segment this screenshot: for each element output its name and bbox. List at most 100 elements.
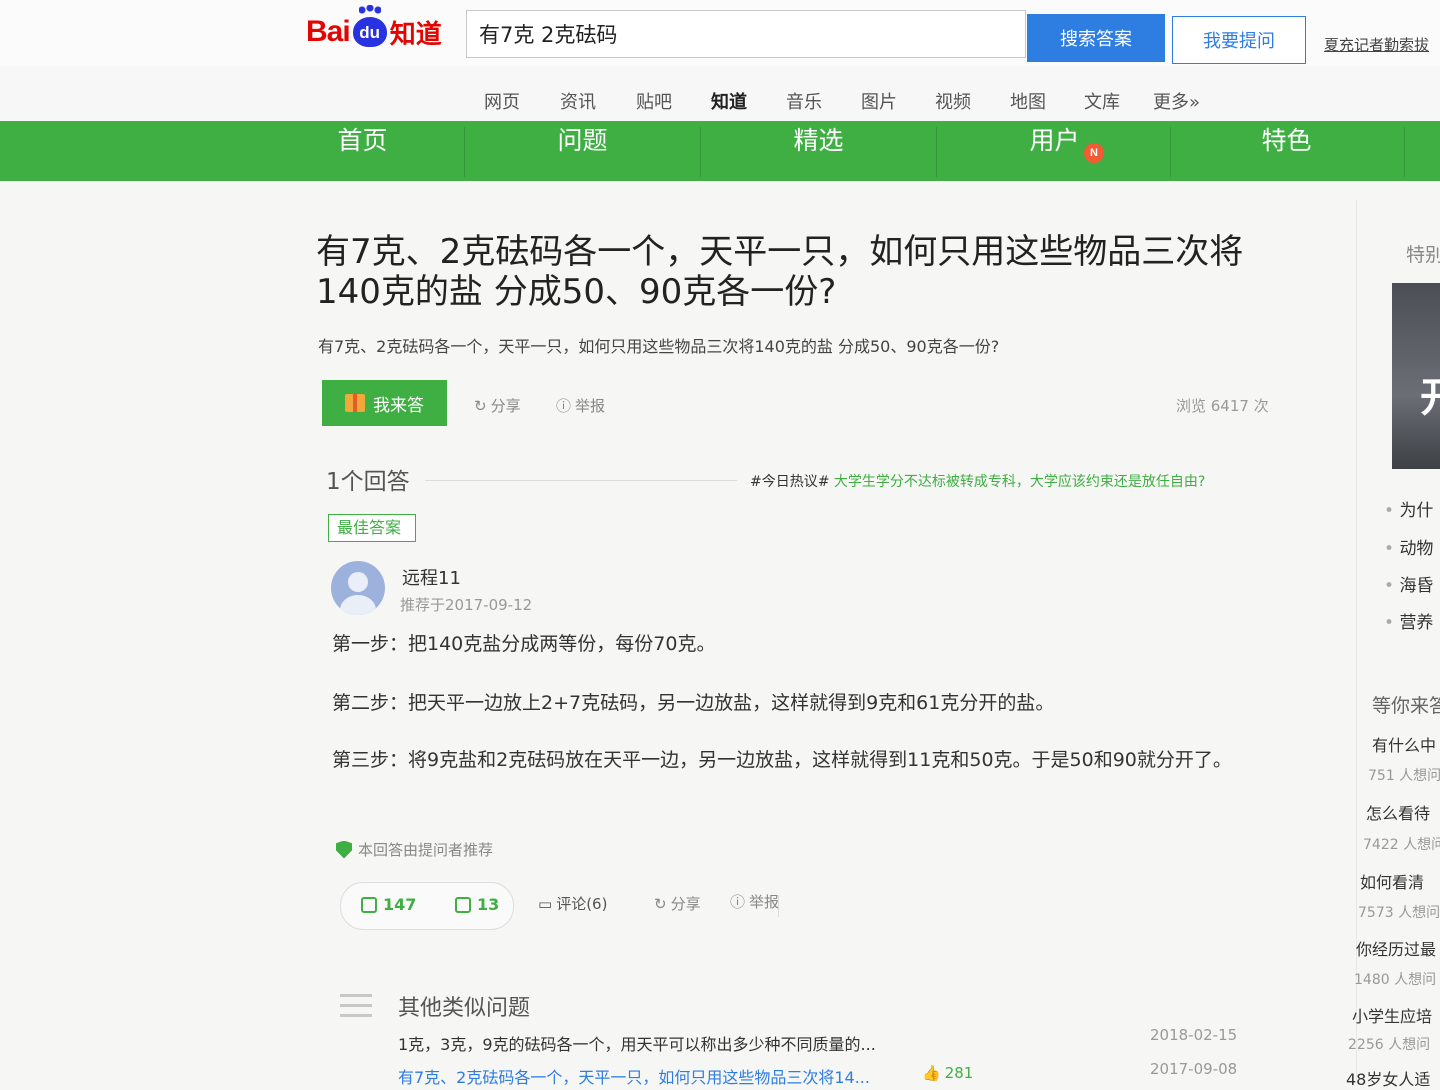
sidebar-question-count: 1480 人想问 [1354, 972, 1437, 988]
thumbs-up-icon: 👍 [922, 1064, 941, 1082]
sidebar-link[interactable]: 海昏 [1384, 571, 1433, 596]
sidebar-link[interactable]: 营养 [1384, 608, 1433, 633]
recommend-date: 推荐于2017-09-12 [400, 596, 533, 614]
nav-news[interactable]: 资讯 [560, 88, 596, 114]
sidebar-question-count: 7422 人想问 [1363, 837, 1440, 853]
avatar[interactable] [331, 561, 385, 615]
answer-step-3: 第三步：将9克盐和2克砝码放在天平一边，另一边放盐，这样就得到11克和50克。于… [332, 749, 1232, 771]
nav-tieba[interactable]: 贴吧 [636, 88, 672, 114]
ask-question-button[interactable]: 我要提问 [1172, 16, 1306, 64]
sidebar-question[interactable]: 你经历过最 [1356, 936, 1436, 960]
answer-step-1: 第一步：把140克盐分成两等份，每份70克。 [332, 633, 716, 655]
answer-button-label: 我来答 [373, 395, 424, 416]
share-icon: ↻ [654, 894, 667, 913]
sidebar-question[interactable]: 如何看清 [1360, 869, 1424, 893]
divider [936, 127, 937, 177]
dislike-button[interactable]: 13 [455, 895, 499, 914]
vote-box: 147 13 [340, 882, 779, 930]
similar-title: 其他类似问题 [398, 996, 531, 1021]
zhidao-main-nav: 首页 问题 精选 用户 N 特色 [0, 121, 1440, 181]
similar-like-count: 281 [944, 1064, 974, 1082]
recommend-note-text: 本回答由提问者推荐 [358, 841, 494, 859]
nav-zhidao[interactable]: 知道 [711, 88, 747, 125]
answer-button[interactable]: 我来答 [322, 380, 447, 426]
tab-special[interactable]: 特色 [1224, 121, 1349, 181]
tab-questions[interactable]: 问题 [520, 121, 645, 181]
answer-count: 1个回答 [326, 469, 410, 495]
sidebar-link[interactable]: 为什 [1384, 496, 1433, 521]
divider [425, 480, 737, 481]
answer-username[interactable]: 远程11 [402, 564, 461, 590]
sidebar-question-count: 2256 人想问 [1348, 1037, 1431, 1053]
baidu-zhidao-logo[interactable]: Bai du 知道 [306, 5, 442, 52]
report-label: 举报 [749, 893, 780, 911]
similar-question-link[interactable]: 1克，3克，9克的砝码各一个，用天平可以称出多少种不同质量的... [398, 1031, 876, 1055]
thumbs-down-icon [455, 896, 471, 913]
recommend-note: 本回答由提问者推荐 [336, 839, 493, 860]
nav-music[interactable]: 音乐 [786, 88, 822, 114]
tab-home[interactable]: 首页 [300, 121, 425, 181]
nav-video[interactable]: 视频 [935, 88, 971, 114]
sidebar-question[interactable]: 有什么中 [1372, 732, 1436, 756]
banner-text: 开 [1420, 365, 1440, 423]
top-header: Bai du 知道 搜索答案 我要提问 夏充记者勤索拔 [0, 0, 1440, 67]
paw-icon: du [352, 5, 387, 47]
like-count: 147 [383, 895, 417, 914]
best-answer-label: 最佳答案 [328, 514, 417, 542]
similar-question-date: 2018-02-15 [1150, 1026, 1238, 1044]
logo-bai-text: Bai [306, 15, 351, 48]
sidebar-title: 特别 [1406, 244, 1440, 266]
sidebar-wait-title: 等你来答 [1372, 695, 1440, 717]
nav-map[interactable]: 地图 [1010, 88, 1046, 114]
top-right-link[interactable]: 夏充记者勤索拔 [1324, 34, 1429, 55]
product-nav: 网页 资讯 贴吧 知道 音乐 图片 视频 地图 文库 更多» [0, 66, 1440, 126]
hot-topic: #今日热议# 大学生学分不达标被转成专科，大学应该约束还是放任自由? [750, 471, 1205, 491]
divider [464, 127, 465, 177]
answer-share[interactable]: ↻ 分享 [654, 893, 701, 914]
comment-button[interactable]: ▭ 评论(6) [538, 893, 607, 914]
share-icon: ↻ [474, 396, 487, 415]
comment-icon: ▭ [538, 894, 553, 913]
question-title: 有7克、2克砝码各一个，天平一只，如何只用这些物品三次将140克的盐 分成50、… [316, 232, 1244, 312]
new-badge: N [1084, 143, 1104, 163]
list-icon [340, 994, 372, 1020]
sidebar-question-count: 7573 人想问 [1358, 905, 1440, 921]
search-input[interactable] [466, 10, 1026, 58]
sidebar-question[interactable]: 48岁女人适 [1346, 1066, 1430, 1090]
sidebar-question-count: 751 人想问 [1368, 768, 1440, 784]
logo-zhidao-text: 知道 [389, 19, 442, 50]
similar-question-link[interactable]: 有7克、2克砝码各一个，天平一只，如何只用这些物品三次将14... [398, 1064, 870, 1088]
comment-label: 评论(6) [556, 895, 608, 913]
answer-step-2: 第二步：把天平一边放上2+7克砝码，另一边放盐，这样就得到9克和61克分开的盐。 [332, 692, 1055, 714]
similar-like: 👍 281 [922, 1064, 973, 1082]
sidebar-question[interactable]: 怎么看待 [1366, 800, 1430, 824]
like-button[interactable]: 147 [361, 895, 416, 914]
thumbs-up-icon [361, 896, 377, 913]
view-count: 浏览 6417 次 [1176, 397, 1269, 415]
nav-web[interactable]: 网页 [484, 88, 520, 114]
similar-question-date: 2017-09-08 [1150, 1060, 1238, 1078]
share-label: 分享 [670, 895, 701, 913]
hot-topic-link[interactable]: 大学生学分不达标被转成专科，大学应该约束还是放任自由? [834, 474, 1205, 490]
report-label: 举报 [575, 397, 606, 415]
divider [1170, 127, 1171, 177]
dislike-count: 13 [477, 895, 500, 914]
question-description: 有7克、2克砝码各一个，天平一只，如何只用这些物品三次将140克的盐 分成50、… [318, 337, 1000, 356]
shield-check-icon [336, 840, 352, 859]
nav-images[interactable]: 图片 [861, 88, 897, 114]
sidebar-question[interactable]: 小学生应培 [1352, 1003, 1432, 1027]
nav-more[interactable]: 更多» [1153, 88, 1200, 114]
answer-report[interactable]: ⓘ 举报 [730, 891, 779, 912]
nav-wenku[interactable]: 文库 [1084, 88, 1120, 114]
gift-icon [345, 394, 365, 412]
hot-topic-tag: #今日热议# [750, 474, 830, 490]
question-share[interactable]: ↻ 分享 [474, 395, 521, 416]
search-answer-button[interactable]: 搜索答案 [1027, 14, 1165, 62]
tab-featured[interactable]: 精选 [756, 121, 881, 181]
share-label: 分享 [490, 397, 521, 415]
divider [700, 127, 701, 177]
sidebar-link[interactable]: 动物 [1384, 534, 1433, 559]
question-report[interactable]: ⓘ 举报 [556, 395, 605, 416]
report-icon: ⓘ [730, 893, 746, 911]
report-icon: ⓘ [556, 397, 572, 415]
